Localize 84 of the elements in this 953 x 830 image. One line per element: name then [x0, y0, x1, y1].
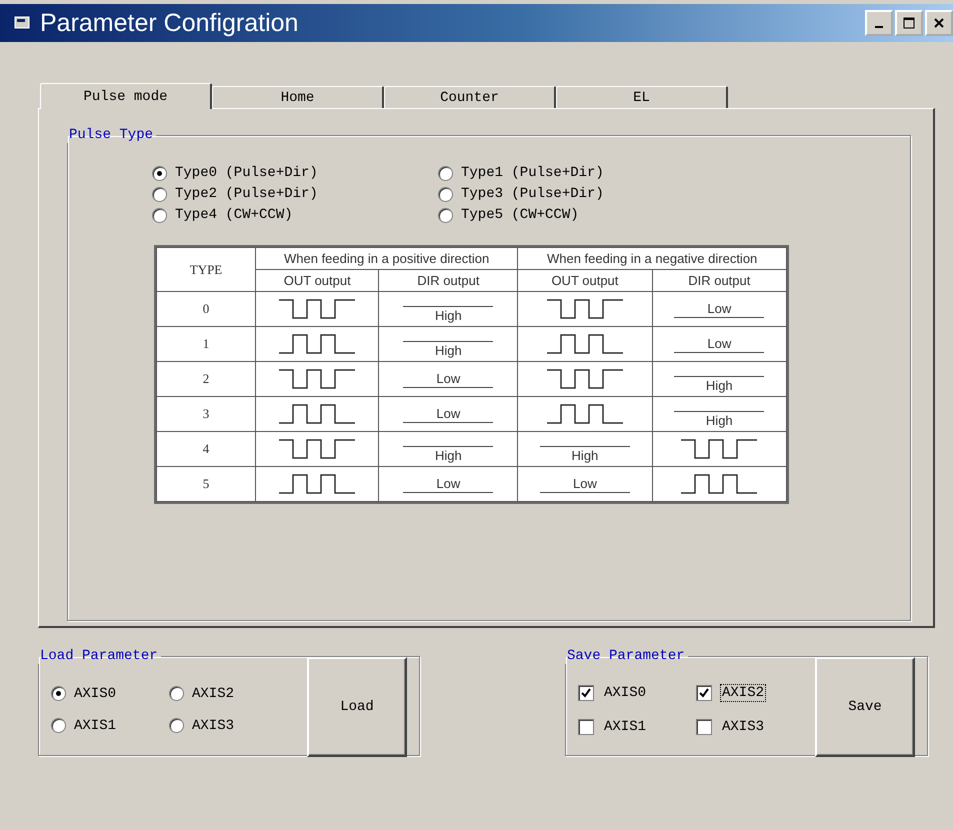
pulse-waveform-icon: [679, 437, 760, 461]
pulse-waveform-icon: [544, 297, 625, 321]
pulse-waveform-icon: [277, 402, 358, 426]
minimize-icon: [875, 26, 883, 28]
radio-label[interactable]: AXIS2: [192, 686, 234, 702]
tab[interactable]: EL: [556, 86, 728, 108]
pulse-waveform-icon: [544, 367, 625, 391]
check-icon: [581, 688, 591, 698]
maximize-button[interactable]: [895, 10, 923, 36]
group-title: Load Parameter: [39, 648, 159, 664]
radio-label[interactable]: Type2 (Pulse+Dir): [175, 186, 318, 202]
save-button[interactable]: Save: [815, 656, 915, 756]
table-header: When feeding in a positive direction: [256, 248, 518, 270]
radio-button[interactable]: [51, 686, 66, 701]
table-cell: 5: [156, 466, 256, 502]
checkbox-label[interactable]: AXIS1: [602, 718, 648, 736]
pulse-waveform-icon: [277, 297, 358, 321]
table-header: When feeding in a negative direction: [518, 248, 786, 270]
checkbox[interactable]: [696, 718, 712, 734]
table-cell: 2: [156, 362, 256, 396]
group-title: Save Parameter: [566, 648, 686, 664]
table-header: DIR output: [652, 270, 786, 292]
table-header: DIR output: [378, 270, 518, 292]
level-label: High: [706, 413, 733, 428]
level-label: Low: [436, 370, 460, 386]
load-button[interactable]: Load: [307, 656, 407, 756]
minimize-button[interactable]: [865, 10, 893, 36]
pulse-waveform-icon: [679, 472, 760, 496]
pulse-waveform-icon: [277, 332, 358, 356]
tab[interactable]: Pulse mode: [40, 83, 212, 109]
table-header: OUT output: [256, 270, 379, 292]
radio-label[interactable]: Type0 (Pulse+Dir): [175, 165, 318, 181]
level-label: Low: [436, 476, 460, 490]
tab[interactable]: Home: [212, 86, 384, 108]
radio-label[interactable]: AXIS3: [192, 718, 234, 734]
level-label: High: [434, 343, 462, 358]
window-icon: [14, 15, 32, 31]
table-header: TYPE: [156, 248, 256, 292]
level-label: High: [434, 448, 462, 463]
radio-label[interactable]: AXIS1: [74, 718, 116, 734]
pulse-waveform-icon: [544, 402, 625, 426]
radio-button[interactable]: [152, 186, 167, 202]
checkbox[interactable]: [578, 684, 594, 700]
checkbox-label[interactable]: AXIS0: [602, 684, 648, 702]
pulse-waveform-icon: [277, 367, 358, 391]
checkbox-label[interactable]: AXIS3: [720, 718, 766, 736]
table-cell: 4: [156, 432, 256, 466]
level-label: High: [434, 308, 462, 323]
level-label: High: [706, 378, 733, 393]
radio-button[interactable]: [438, 186, 453, 202]
level-label: Low: [436, 406, 460, 420]
radio-button[interactable]: [169, 718, 184, 733]
close-button[interactable]: [925, 10, 953, 36]
pulse-waveform-icon: [544, 332, 625, 356]
pulse-waveform-icon: [277, 472, 358, 496]
table-cell: 1: [156, 326, 256, 362]
level-label: Low: [707, 300, 732, 316]
check-icon: [699, 688, 709, 698]
level-label: Low: [707, 336, 732, 350]
close-icon: [934, 18, 944, 28]
maximize-icon: [903, 17, 915, 29]
radio-label[interactable]: Type5 (CW+CCW): [461, 207, 579, 223]
radio-label[interactable]: Type3 (Pulse+Dir): [461, 186, 604, 202]
group-title: Pulse Type: [68, 127, 154, 143]
table-header: OUT output: [518, 270, 652, 292]
checkbox[interactable]: [578, 718, 594, 734]
tab[interactable]: Counter: [384, 86, 556, 108]
checkbox-label[interactable]: AXIS2: [720, 684, 766, 702]
radio-button[interactable]: [169, 686, 184, 701]
window-title: Parameter Configration: [40, 8, 300, 38]
radio-button[interactable]: [51, 718, 66, 733]
radio-button[interactable]: [152, 208, 167, 222]
radio-button[interactable]: [438, 166, 453, 180]
radio-label[interactable]: Type1 (Pulse+Dir): [461, 165, 604, 181]
radio-label[interactable]: AXIS0: [74, 686, 116, 702]
pulse-waveform-icon: [277, 437, 358, 461]
level-label: Low: [572, 476, 597, 490]
radio-label[interactable]: Type4 (CW+CCW): [175, 207, 293, 223]
level-label: High: [572, 448, 598, 463]
table-cell: 3: [156, 396, 256, 432]
radio-button[interactable]: [152, 166, 167, 180]
radio-button[interactable]: [438, 208, 453, 222]
table-cell: 0: [156, 292, 256, 326]
checkbox[interactable]: [696, 684, 712, 700]
